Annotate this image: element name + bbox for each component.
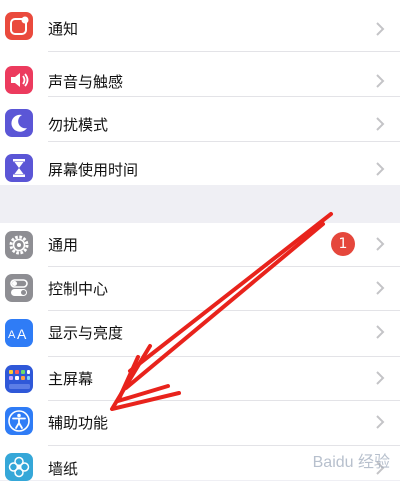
chevron-right-icon [376,237,385,251]
settings-row-label: 辅助功能 [48,414,109,432]
settings-row-label: 屏幕使用时间 [48,161,139,179]
chevron-right-icon [376,281,385,295]
chevron-right-icon [376,22,385,36]
toggles-icon [5,274,33,302]
settings-row-label: 墙纸 [48,460,79,478]
settings-row-screen-time[interactable]: 屏幕使用时间 [0,142,400,185]
settings-group-2: 通用 1 控制中心 AA 显示与亮度 主屏幕 辅助功能 墙纸 [0,223,400,481]
chevron-right-icon [376,415,385,429]
sound-icon [5,66,33,94]
settings-row-display-brightness[interactable]: AA 显示与亮度 [0,311,400,357]
home-screen-icon [5,365,33,393]
settings-row-label: 主屏幕 [48,370,94,388]
settings-row-label: 通知 [48,20,79,38]
chevron-right-icon [376,117,385,131]
moon-icon [5,109,33,137]
svg-text:A: A [8,329,16,341]
chevron-right-icon [376,371,385,385]
notifications-icon [5,12,33,40]
settings-row-accessibility[interactable]: 辅助功能 [0,401,400,446]
notification-badge: 1 [331,232,355,256]
settings-row-label: 控制中心 [48,280,109,298]
settings-row-notifications[interactable]: 通知 [0,0,400,52]
gear-icon [5,231,33,259]
settings-group-1: 通知 声音与触感 勿扰模式 屏幕使用时间 [0,0,400,185]
chevron-right-icon [376,325,385,339]
settings-row-label: 显示与亮度 [48,324,124,342]
accessibility-icon [5,407,33,435]
settings-row-sounds[interactable]: 声音与触感 [0,52,400,97]
svg-text:A: A [17,326,27,342]
chevron-right-icon [376,162,385,176]
settings-row-home-screen[interactable]: 主屏幕 [0,357,400,401]
watermark: Baidu 经验 [312,454,390,471]
settings-row-label: 勿扰模式 [48,116,109,134]
text-size-icon: AA [5,319,33,347]
settings-row-label: 声音与触感 [48,73,124,91]
settings-row-do-not-disturb[interactable]: 勿扰模式 [0,97,400,142]
hourglass-icon [5,154,33,182]
wallpaper-icon [5,453,33,481]
settings-row-label: 通用 [48,236,79,254]
chevron-right-icon [376,74,385,88]
settings-row-general[interactable]: 通用 1 [0,223,400,267]
settings-row-control-center[interactable]: 控制中心 [0,267,400,311]
